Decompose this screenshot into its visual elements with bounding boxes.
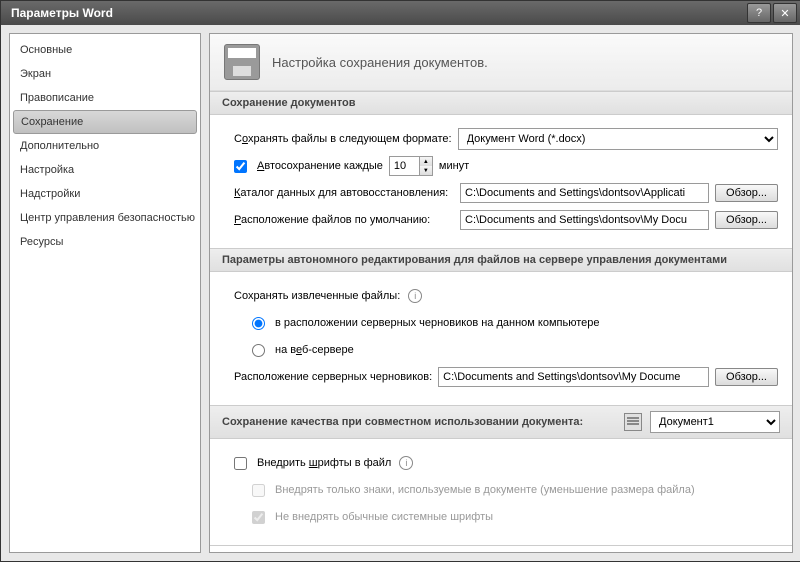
category-sidebar: Основные Экран Правописание Сохранение Д… — [9, 33, 201, 553]
autosave-label: Автосохранение каждые — [257, 160, 383, 172]
minutes-label: минут — [439, 160, 469, 172]
row-embed-fonts: Внедрить шрифты в файл i — [234, 452, 778, 474]
opt-local-label: в расположении серверных черновиков на д… — [275, 317, 599, 329]
default-browse-button[interactable]: Обзор... — [715, 211, 778, 229]
sidebar-item-resources[interactable]: Ресурсы — [10, 230, 200, 254]
info-icon[interactable]: i — [399, 456, 413, 470]
recover-path-input[interactable] — [460, 183, 709, 203]
row-save-extracted: Сохранять извлеченные файлы: i — [234, 285, 778, 307]
sidebar-item-advanced[interactable]: Дополнительно — [10, 134, 200, 158]
autosave-minutes-input[interactable] — [389, 156, 419, 176]
sidebar-item-save[interactable]: Сохранение — [13, 110, 197, 134]
section-save-docs-title: Сохранение документов — [222, 97, 356, 109]
row-file-format: Сохранять файлы в следующем формате: Док… — [234, 128, 778, 150]
sidebar-item-addins[interactable]: Надстройки — [10, 182, 200, 206]
dialog-window: Параметры Word ? ✕ Основные Экран Правоп… — [0, 0, 800, 562]
help-button[interactable]: ? — [747, 3, 771, 23]
row-opt-local: в расположении серверных черновиков на д… — [234, 312, 778, 334]
sidebar-item-general[interactable]: Основные — [10, 38, 200, 62]
default-path-label: Расположение файлов по умолчанию: — [234, 214, 454, 226]
spin-up-icon[interactable]: ▲ — [420, 157, 432, 166]
default-path-input[interactable] — [460, 210, 709, 230]
document-icon — [624, 413, 642, 431]
page-header: Настройка сохранения документов. — [210, 34, 792, 91]
row-opt-web: на веб-сервере — [234, 339, 778, 361]
drafts-path-label: Расположение серверных черновиков: — [234, 371, 432, 383]
sidebar-item-proofing[interactable]: Правописание — [10, 86, 200, 110]
row-autosave: Автосохранение каждые ▲▼ минут — [234, 155, 778, 177]
row-recover-path: Каталог данных для автовосстановления: О… — [234, 182, 778, 204]
section-save-docs-header: Сохранение документов — [210, 91, 792, 115]
section-fidelity-body: Внедрить шрифты в файл i Внедрять только… — [210, 439, 792, 545]
sidebar-item-customize[interactable]: Настройка — [10, 158, 200, 182]
row-drafts-path: Расположение серверных черновиков: Обзор… — [234, 366, 778, 388]
recover-path-label: Каталог данных для автовосстановления: — [234, 187, 454, 199]
section-offline-header: Параметры автономного редактирования для… — [210, 248, 792, 272]
titlebar: Параметры Word ? ✕ — [1, 1, 800, 25]
recover-browse-button[interactable]: Обзор... — [715, 184, 778, 202]
embed-fonts-checkbox[interactable] — [234, 457, 247, 470]
drafts-browse-button[interactable]: Обзор... — [715, 368, 778, 386]
no-system-checkbox — [252, 511, 265, 524]
row-only-used: Внедрять только знаки, используемые в до… — [234, 479, 778, 501]
dialog-body: Основные Экран Правописание Сохранение Д… — [1, 25, 800, 561]
close-button[interactable]: ✕ — [773, 3, 797, 23]
save-extracted-label: Сохранять извлеченные файлы: — [234, 290, 400, 302]
autosave-minutes-stepper[interactable]: ▲▼ — [389, 156, 433, 176]
file-format-select[interactable]: Документ Word (*.docx) — [458, 128, 778, 150]
opt-web-radio[interactable] — [252, 344, 265, 357]
only-used-checkbox — [252, 484, 265, 497]
spin-down-icon[interactable]: ▼ — [420, 166, 432, 175]
content-pane: Настройка сохранения документов. Сохране… — [209, 33, 793, 553]
window-title: Параметры Word — [5, 6, 745, 20]
save-icon — [224, 44, 260, 80]
page-title: Настройка сохранения документов. — [272, 55, 488, 70]
row-default-path: Расположение файлов по умолчанию: Обзор.… — [234, 209, 778, 231]
section-save-docs-body: Сохранять файлы в следующем формате: Док… — [210, 115, 792, 248]
drafts-path-input[interactable] — [438, 367, 709, 387]
only-used-label: Внедрять только знаки, используемые в до… — [275, 484, 695, 496]
embed-fonts-label: Внедрить шрифты в файл — [257, 457, 391, 469]
section-fidelity-header: Сохранение качества при совместном испол… — [210, 405, 792, 439]
sidebar-item-display[interactable]: Экран — [10, 62, 200, 86]
file-format-label: Сохранять файлы в следующем формате: — [234, 133, 452, 145]
opt-web-label: на веб-сервере — [275, 344, 354, 356]
row-no-system: Не внедрять обычные системные шрифты — [234, 506, 778, 528]
no-system-label: Не внедрять обычные системные шрифты — [275, 511, 493, 523]
dialog-footer: ОК Отмена — [210, 545, 792, 553]
info-icon[interactable]: i — [408, 289, 422, 303]
section-fidelity-title: Сохранение качества при совместном испол… — [222, 416, 583, 428]
opt-local-radio[interactable] — [252, 317, 265, 330]
autosave-checkbox[interactable] — [234, 160, 247, 173]
section-offline-title: Параметры автономного редактирования для… — [222, 254, 727, 266]
section-offline-body: Сохранять извлеченные файлы: i в располо… — [210, 272, 792, 405]
sidebar-item-trust[interactable]: Центр управления безопасностью — [10, 206, 200, 230]
fidelity-doc-select[interactable]: Документ1 — [650, 411, 780, 433]
